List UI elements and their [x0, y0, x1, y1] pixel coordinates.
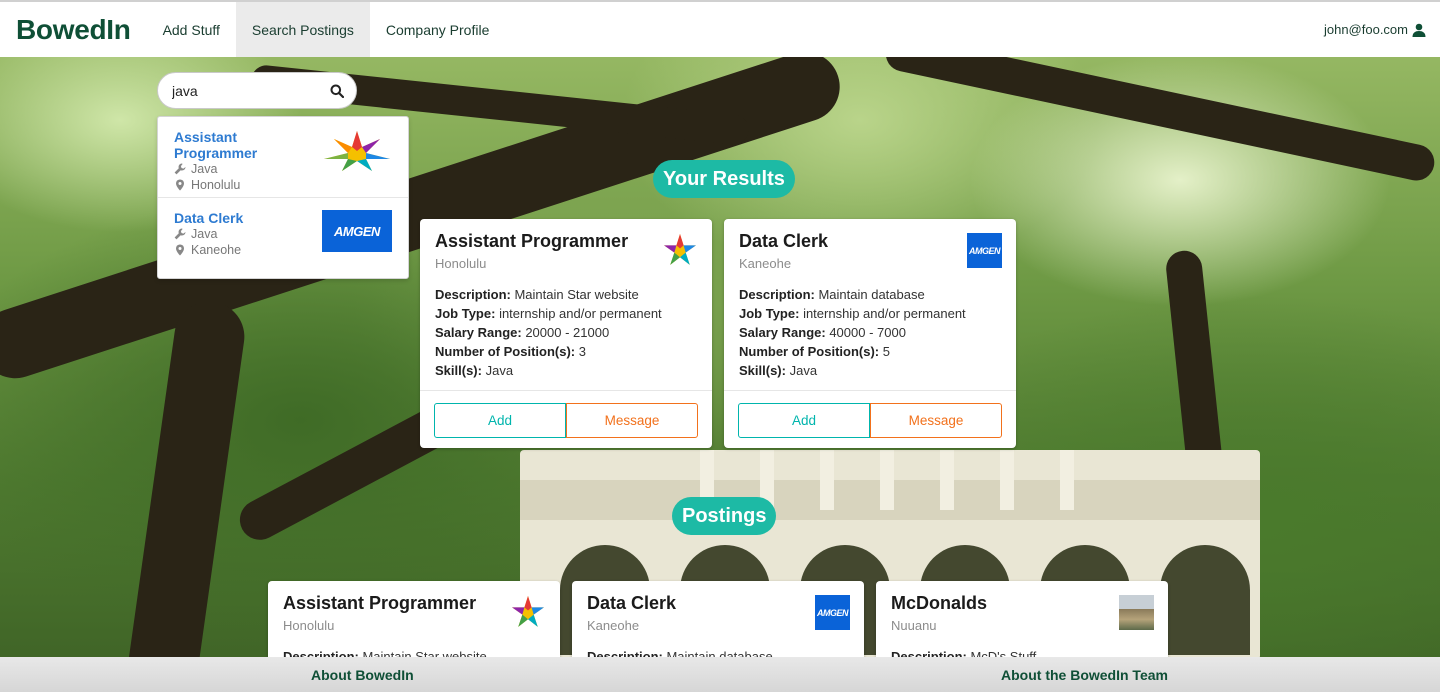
card-salary: 20000 - 21000	[525, 325, 610, 340]
result-card: Data Clerk Kaneohe AMGEN Description: Ma…	[724, 219, 1016, 448]
footer: About BowedIn About the BowedIn Team	[0, 657, 1440, 692]
wrench-icon	[174, 228, 186, 240]
nav-add-stuff[interactable]: Add Stuff	[147, 2, 236, 57]
message-button[interactable]: Message	[566, 403, 698, 438]
map-marker-icon	[174, 244, 186, 256]
card-title: Data Clerk	[739, 231, 829, 251]
card-location: Honolulu	[435, 256, 487, 271]
search-result-location: Honolulu	[191, 178, 241, 192]
card-skills: Java	[789, 363, 818, 378]
add-button[interactable]: Add	[434, 403, 566, 438]
star-logo	[662, 233, 698, 272]
card-salary: 40000 - 7000	[829, 325, 906, 340]
user-menu[interactable]: john@foo.com	[1324, 22, 1440, 37]
card-description: Maintain Star website	[514, 287, 639, 302]
wrench-icon	[174, 163, 186, 175]
card-skills: Java	[485, 363, 514, 378]
star-logo	[322, 129, 392, 178]
message-button[interactable]: Message	[870, 403, 1002, 438]
user-icon	[1412, 23, 1426, 37]
postings-heading: Postings	[672, 497, 777, 535]
amgen-logo: AMGEN	[322, 210, 392, 252]
result-card: Assistant Programmer Honolulu Descriptio…	[420, 219, 712, 448]
amgen-logo: AMGEN	[815, 595, 850, 630]
search-bar	[157, 72, 357, 109]
card-title: Assistant Programmer	[435, 231, 629, 251]
search-result-title[interactable]: Data Clerk	[174, 210, 274, 226]
search-icon[interactable]	[330, 84, 344, 98]
about-team-link[interactable]: About the BowedIn Team	[1001, 667, 1168, 683]
card-job-type: internship and/or permanent	[803, 306, 966, 321]
amgen-logo: AMGEN	[967, 233, 1002, 268]
search-result-title[interactable]: Assistant Programmer	[174, 129, 274, 161]
card-location: Honolulu	[283, 618, 335, 633]
search-result-item[interactable]: Assistant Programmer Java Honolulu	[158, 117, 408, 198]
card-title: McDonalds	[891, 593, 988, 613]
card-description: Maintain database	[818, 287, 925, 302]
nav-search-postings[interactable]: Search Postings	[235, 2, 370, 57]
card-positions: 3	[578, 344, 586, 359]
card-title: Assistant Programmer	[283, 593, 477, 613]
star-logo	[510, 595, 546, 634]
map-marker-icon	[174, 179, 186, 191]
storefront-photo	[1119, 595, 1154, 630]
card-positions: 5	[882, 344, 890, 359]
search-result-skill: Java	[191, 162, 218, 176]
add-button[interactable]: Add	[738, 403, 870, 438]
user-email: john@foo.com	[1323, 22, 1408, 37]
top-navbar: BowedIn Add Stuff Search Postings Compan…	[0, 0, 1440, 57]
nav-company-profile[interactable]: Company Profile	[370, 2, 506, 57]
card-location: Kaneohe	[587, 618, 640, 633]
card-title: Data Clerk	[587, 593, 677, 613]
brand-logo[interactable]: BowedIn	[0, 14, 147, 46]
search-result-skill: Java	[191, 227, 218, 241]
search-results-dropdown: Assistant Programmer Java Honolulu Data …	[157, 116, 409, 279]
search-input[interactable]	[172, 82, 322, 99]
card-location: Nuuanu	[891, 618, 937, 633]
about-bowedin-link[interactable]: About BowedIn	[311, 667, 414, 683]
search-result-item[interactable]: Data Clerk Java Kaneohe AMGEN	[158, 198, 408, 278]
search-result-location: Kaneohe	[191, 243, 242, 257]
your-results-heading: Your Results	[653, 160, 795, 198]
card-location: Kaneohe	[739, 256, 792, 271]
card-job-type: internship and/or permanent	[499, 306, 662, 321]
